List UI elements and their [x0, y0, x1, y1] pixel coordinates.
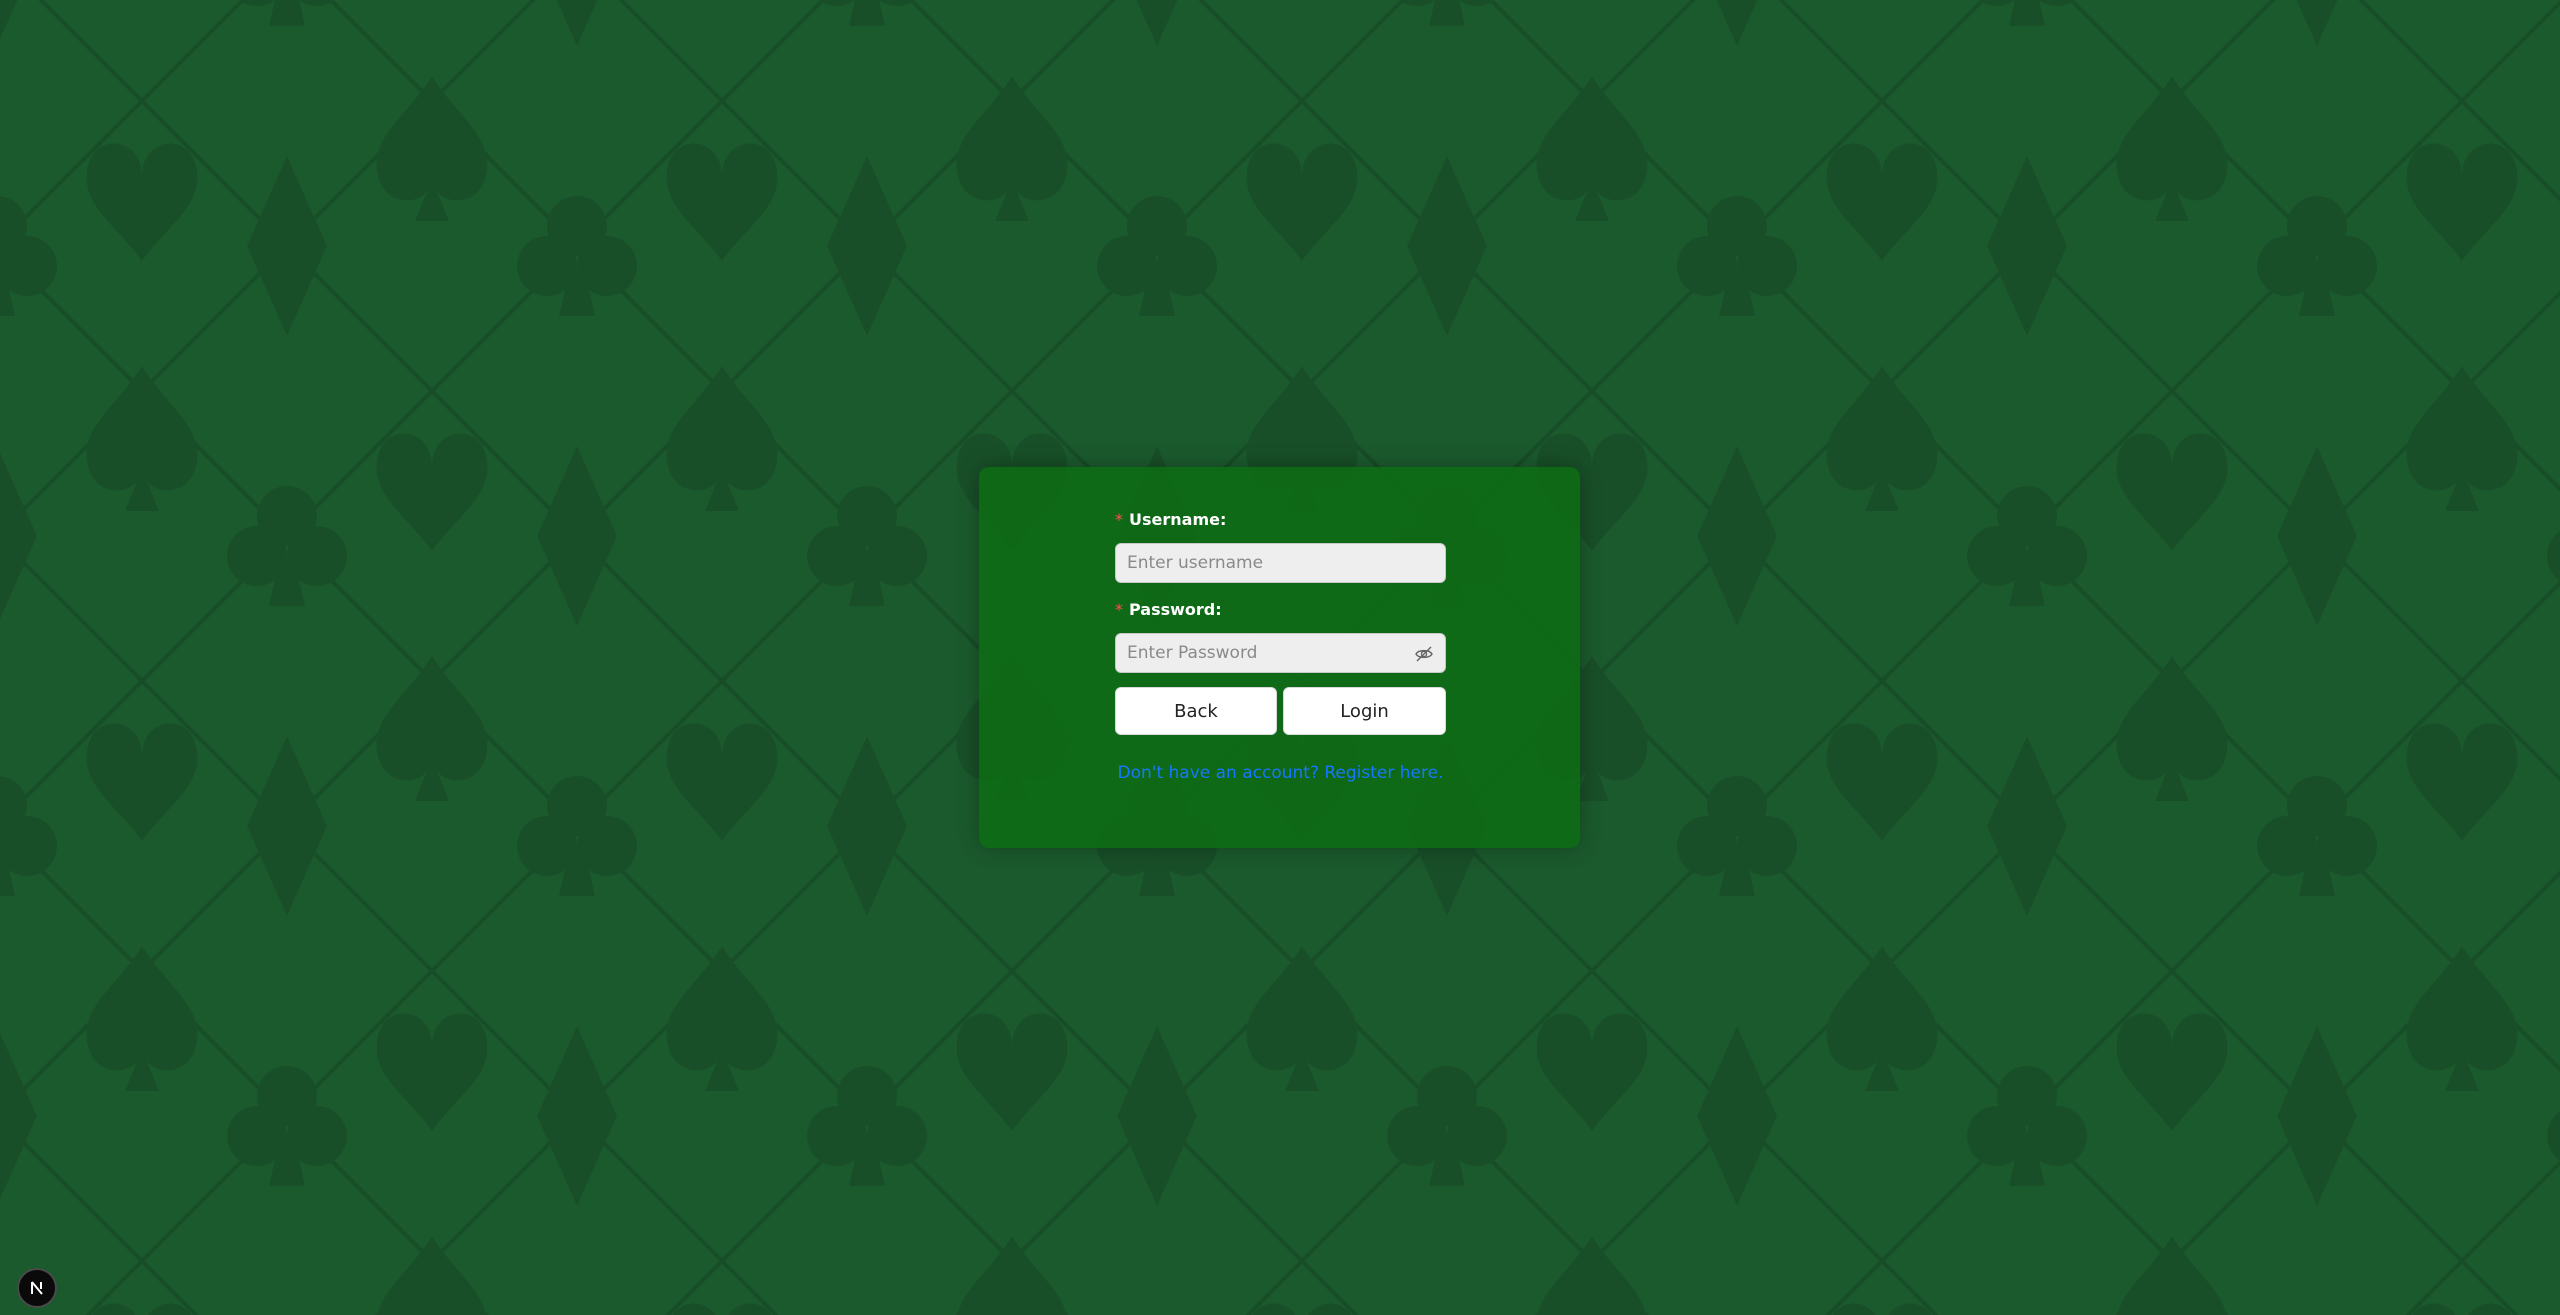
login-card: * Username: * Password: Back Login Don'	[979, 467, 1580, 848]
eye-off-icon[interactable]	[1414, 644, 1434, 664]
password-label: Password:	[1129, 599, 1222, 619]
username-input[interactable]	[1116, 544, 1445, 582]
login-button[interactable]: Login	[1283, 687, 1446, 735]
back-button[interactable]: Back	[1115, 687, 1277, 735]
password-label-row: * Password:	[1115, 597, 1446, 621]
required-asterisk: *	[1115, 599, 1123, 619]
required-asterisk: *	[1115, 509, 1123, 529]
register-link[interactable]: Don't have an account? Register here.	[1115, 763, 1446, 783]
password-field	[1115, 633, 1446, 673]
login-form: * Username: * Password: Back Login Don'	[1115, 507, 1446, 783]
username-label: Username:	[1129, 509, 1227, 529]
nextjs-icon[interactable]	[17, 1268, 57, 1308]
username-label-row: * Username:	[1115, 507, 1446, 531]
password-input[interactable]	[1116, 634, 1445, 672]
action-buttons: Back Login	[1115, 687, 1446, 735]
username-field	[1115, 543, 1446, 583]
